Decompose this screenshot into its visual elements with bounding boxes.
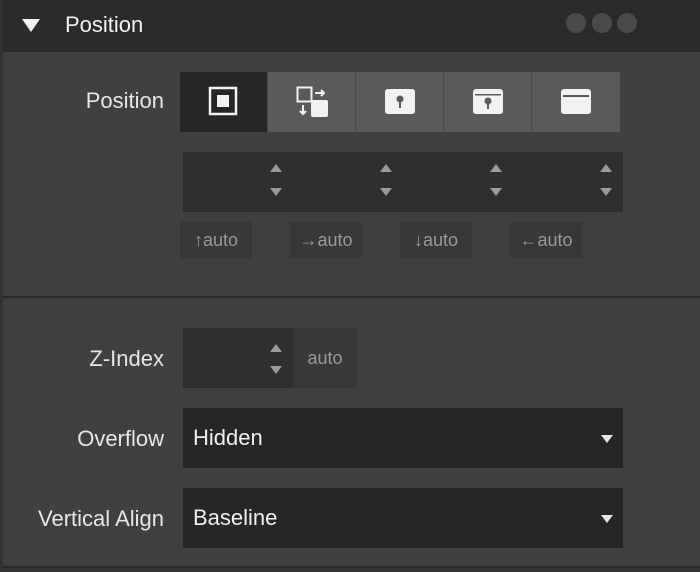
panel-header[interactable]: Position	[3, 0, 700, 52]
absolute-position-icon	[385, 89, 415, 114]
zindex-input[interactable]	[183, 328, 293, 388]
vertical-align-select[interactable]: Baseline	[183, 488, 623, 548]
panel-title: Position	[65, 12, 144, 37]
section-divider	[3, 296, 700, 298]
offset-top-decrement-icon[interactable]	[270, 188, 282, 196]
window-dot-icon[interactable]	[566, 13, 586, 33]
offset-bottom-increment-icon[interactable]	[490, 164, 502, 172]
position-static-button[interactable]	[180, 72, 268, 132]
offset-left-decrement-icon[interactable]	[600, 188, 612, 196]
chevron-down-icon	[601, 515, 613, 523]
offset-bottom-decrement-icon[interactable]	[490, 188, 502, 196]
window-dot-icon[interactable]	[592, 13, 612, 33]
fixed-position-icon	[473, 89, 503, 114]
sticky-position-icon	[561, 89, 591, 114]
position-fixed-button[interactable]	[444, 72, 532, 132]
overflow-value: Hidden	[193, 425, 263, 450]
zindex-auto-button[interactable]: auto	[293, 328, 357, 388]
vertical-align-label: Vertical Align	[38, 506, 164, 531]
overflow-label: Overflow	[77, 426, 164, 451]
relative-position-icon	[296, 86, 328, 117]
offset-top-increment-icon[interactable]	[270, 164, 282, 172]
position-absolute-button[interactable]	[356, 72, 444, 132]
static-position-icon	[208, 86, 238, 116]
position-relative-button[interactable]	[268, 72, 356, 132]
offset-right-increment-icon[interactable]	[380, 164, 392, 172]
zindex-label: Z-Index	[89, 346, 164, 371]
offset-right-decrement-icon[interactable]	[380, 188, 392, 196]
offset-right-auto[interactable]: →auto	[290, 222, 362, 258]
offset-inputs[interactable]	[183, 152, 623, 212]
window-dot-icon[interactable]	[617, 13, 637, 33]
offset-bottom-auto[interactable]: ↓auto	[400, 222, 472, 258]
offset-left-auto[interactable]: ←auto	[510, 222, 582, 258]
position-label: Position	[85, 88, 164, 113]
offset-left-increment-icon[interactable]	[600, 164, 612, 172]
collapse-triangle-icon[interactable]	[22, 19, 40, 32]
offset-top-auto[interactable]: ↑auto	[180, 222, 252, 258]
chevron-down-icon	[601, 435, 613, 443]
vertical-align-value: Baseline	[193, 505, 278, 530]
overflow-select[interactable]: Hidden	[183, 408, 623, 468]
position-sticky-button[interactable]	[532, 72, 620, 132]
position-panel: Position Position ↑auto →auto ↓auto ←aut…	[3, 0, 700, 568]
zindex-decrement-icon[interactable]	[270, 366, 282, 374]
zindex-increment-icon[interactable]	[270, 344, 282, 352]
